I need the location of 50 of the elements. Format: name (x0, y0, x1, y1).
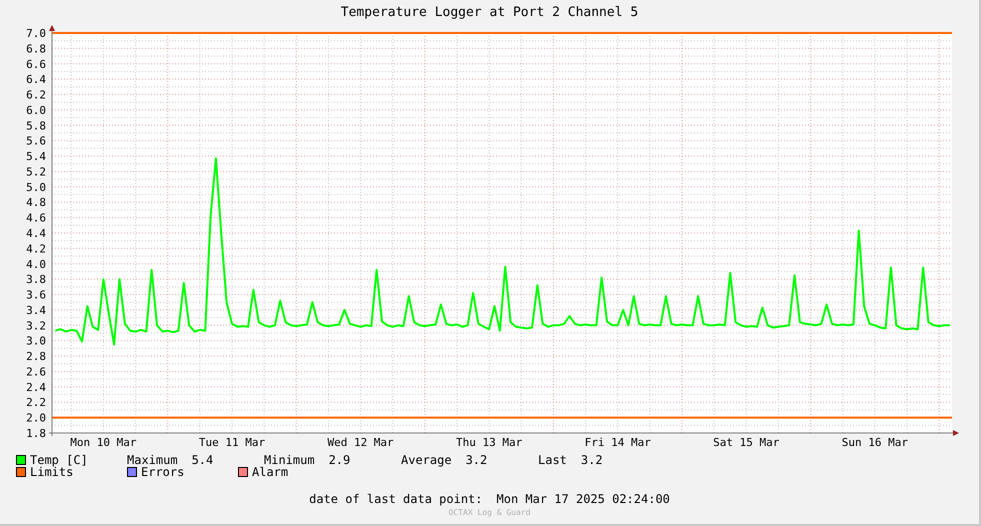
y-tick-label: 6.0 (26, 104, 46, 117)
y-tick-label: 6.2 (26, 88, 46, 102)
legend-label: Temp [C] (30, 454, 88, 466)
y-tick-label: 4.6 (26, 212, 46, 225)
y-tick-label: 3.0 (26, 334, 46, 348)
last-data-point-value: Mon Mar 17 2025 02:24:00 (496, 491, 670, 508)
y-tick-label: 5.4 (26, 150, 46, 164)
x-tick-label: Fri 14 Mar (584, 436, 651, 449)
y-tick-label: 4.8 (26, 196, 46, 210)
y-tick-label: 2.0 (26, 412, 46, 425)
legend-label: Limits (30, 466, 74, 478)
x-tick-label: Tue 11 Mar (198, 436, 266, 449)
y-tick-label: 1.8 (26, 427, 46, 440)
y-tick-label: 3.8 (26, 273, 46, 286)
y-tick-label: 6.8 (26, 42, 46, 56)
stat-label: Maximum (127, 454, 178, 466)
stat-value: 5.4 (192, 454, 214, 466)
y-tick-label: 4.2 (26, 242, 46, 256)
y-tick-label: 5.8 (26, 119, 46, 132)
last-data-point-label: date of last data point: (309, 491, 482, 508)
stat-label: Minimum (264, 454, 315, 466)
credit-text: OCTAX Log & Guard (448, 508, 530, 517)
y-tick-label: 6.4 (26, 73, 46, 86)
chart-title: Temperature Logger at Port 2 Channel 5 (340, 4, 638, 22)
stat-label: Last (538, 454, 567, 466)
y-tick-label: 3.4 (26, 304, 46, 317)
stat-value: 2.9 (328, 454, 350, 466)
x-tick-label: Wed 12 Mar (327, 436, 394, 449)
stat-value: 3.2 (580, 454, 603, 466)
legend-label: Errors (141, 466, 184, 478)
y-tick-label: 7.0 (26, 27, 46, 40)
y-tick-label: 4.0 (26, 258, 46, 271)
y-tick-label: 3.6 (26, 288, 46, 302)
stat-label: Average (401, 454, 452, 466)
y-tick-label: 5.0 (26, 180, 46, 194)
x-tick-label: Sun 16 Mar (842, 436, 908, 449)
y-tick-label: 2.2 (26, 396, 46, 410)
y-tick-label: 4.4 (26, 227, 46, 240)
y-tick-label: 2.4 (26, 380, 46, 394)
y-tick-label: 2.8 (26, 350, 46, 364)
y-tick-label: 6.6 (26, 58, 46, 71)
x-tick-label: Mon 10 Mar (70, 436, 137, 449)
x-tick-label: Thu 13 Mar (456, 436, 522, 449)
stat-value: 3.2 (466, 454, 488, 466)
x-tick-label: Sat 15 Mar (713, 436, 780, 449)
y-tick-label: 3.2 (26, 319, 46, 332)
y-tick-label: 5.6 (26, 134, 46, 148)
legend-label: Alarm (252, 466, 288, 478)
y-tick-label: 5.2 (26, 165, 46, 178)
y-tick-label: 2.6 (26, 365, 46, 378)
